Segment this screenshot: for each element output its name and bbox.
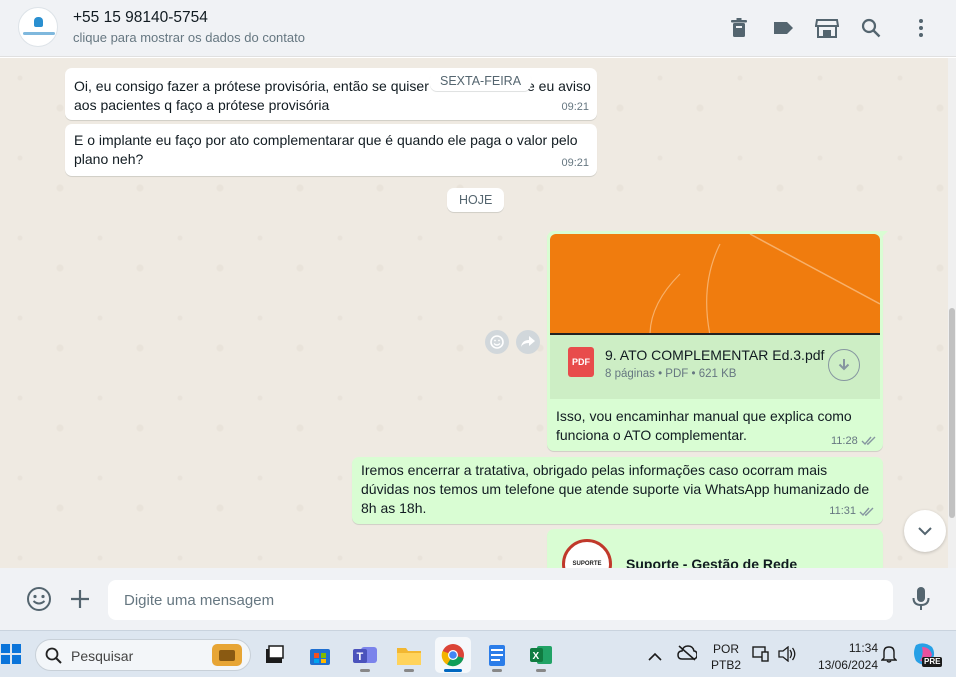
search-icon <box>45 647 62 664</box>
document-file-row[interactable]: PDF 9. ATO COMPLEMENTAR Ed.3.pdf 8 págin… <box>550 335 880 399</box>
attach-plus-icon[interactable] <box>69 588 91 615</box>
message-text: Isso, vou encaminhar manual que explica … <box>556 408 852 424</box>
excel-icon[interactable]: X <box>523 637 559 673</box>
clock[interactable]: 11:34 13/06/2024 <box>808 640 878 674</box>
document-meta: 8 páginas • PDF • 621 KB <box>605 368 737 380</box>
pdf-file-icon: PDF <box>568 347 594 377</box>
document-preview-thumbnail[interactable] <box>550 234 880 335</box>
taskbar-search-box[interactable]: Pesquisar <box>35 639 251 671</box>
catalog-store-icon[interactable] <box>813 14 841 42</box>
message-text: dúvidas nos temos um telefone que atende… <box>361 481 870 497</box>
forward-button[interactable] <box>516 330 540 354</box>
message-input[interactable] <box>108 580 893 620</box>
message-text: 8h as 18h. <box>361 500 427 516</box>
input-language-indicator[interactable]: POR PTB2 <box>711 641 741 673</box>
contact-avatar[interactable] <box>18 7 58 47</box>
bubble-tail <box>880 231 888 239</box>
day-divider-friday: SEXTA-FEIRA <box>430 71 532 91</box>
file-explorer-icon[interactable] <box>391 637 427 673</box>
preview-badge: PRE <box>922 657 943 667</box>
contact-card-logo-text: SUPORTE <box>572 561 602 567</box>
volume-icon[interactable] <box>778 645 796 667</box>
message-text: Oi, eu consigo fazer a prótese provisóri… <box>74 78 429 94</box>
windows-taskbar: Pesquisar T X POR PTB2 11:34 13/06/2024 … <box>0 630 956 677</box>
emoji-reaction-button[interactable] <box>485 330 509 354</box>
windows-start-icon[interactable] <box>1 644 21 669</box>
active-indicator <box>444 669 462 672</box>
message-text: e eu aviso <box>527 78 591 94</box>
incoming-message[interactable]: E o implante eu faço por ato complementa… <box>65 124 597 176</box>
message-text: E o implante eu faço por ato complementa… <box>74 132 578 148</box>
search-icon[interactable] <box>857 14 885 42</box>
notepad-icon[interactable] <box>479 637 515 673</box>
outgoing-contact-card[interactable]: SUPORTE Suporte - Gestão de Rede <box>547 529 883 568</box>
running-indicator <box>404 669 414 672</box>
document-name: 9. ATO COMPLEMENTAR Ed.3.pdf <box>605 347 825 363</box>
outgoing-message[interactable]: Iremos encerrar a tratativa, obrigado pe… <box>352 457 883 524</box>
download-icon[interactable] <box>828 349 860 381</box>
chevron-up-icon[interactable] <box>648 648 662 666</box>
scroll-to-bottom-button[interactable] <box>904 510 946 552</box>
message-time: 09:21 <box>561 157 589 169</box>
double-check-icon <box>861 436 876 446</box>
chat-header: +55 15 98140-5754 clique para mostrar os… <box>0 0 956 57</box>
day-divider-today: HOJE <box>447 188 505 212</box>
message-text: aos pacientes q faço a prótese provisóri… <box>74 97 330 113</box>
network-icon[interactable] <box>752 646 770 667</box>
running-indicator <box>492 669 502 672</box>
delete-icon[interactable] <box>725 14 753 42</box>
emoji-icon[interactable] <box>26 586 52 617</box>
briefcase-widget-icon <box>212 644 242 666</box>
chrome-icon[interactable] <box>435 637 471 673</box>
clock-date: 13/06/2024 <box>817 658 878 672</box>
svg-text:T: T <box>357 651 364 663</box>
clock-time: 11:34 <box>848 641 878 655</box>
scrollbar-thumb[interactable] <box>949 308 955 518</box>
teams-icon[interactable]: T <box>347 637 383 673</box>
message-time: 09:21 <box>561 101 589 113</box>
logo-wordmark <box>23 32 55 35</box>
running-indicator <box>536 669 546 672</box>
message-text: funciona o ATO complementar. <box>556 427 747 443</box>
message-text: plano neh? <box>74 151 144 167</box>
copilot-icon[interactable]: PRE <box>912 641 943 667</box>
chat-scrollbar[interactable] <box>948 58 956 568</box>
contact-name[interactable]: +55 15 98140-5754 <box>73 9 208 27</box>
microsoft-store-icon[interactable] <box>302 637 338 673</box>
svg-text:X: X <box>533 651 540 662</box>
running-indicator <box>360 669 370 672</box>
task-view-icon[interactable] <box>256 637 292 673</box>
search-label: Pesquisar <box>71 648 134 664</box>
chat-panel[interactable]: Oi, eu consigo fazer a prótese provisóri… <box>0 58 948 568</box>
menu-icon[interactable] <box>907 14 935 42</box>
label-icon[interactable] <box>769 14 797 42</box>
double-check-icon <box>859 507 874 516</box>
tooth-logo-icon <box>34 17 43 27</box>
language-code: POR <box>712 642 739 656</box>
cloud-offline-icon[interactable] <box>677 645 698 666</box>
contact-subtitle[interactable]: clique para mostrar os dados do contato <box>73 30 305 45</box>
keyboard-layout: PTB2 <box>711 658 742 672</box>
message-time: 11:28 <box>831 435 858 447</box>
message-composer <box>0 568 956 630</box>
microphone-icon[interactable] <box>911 586 931 617</box>
contact-card-avatar: SUPORTE <box>562 539 612 568</box>
contact-card-name: Suporte - Gestão de Rede <box>626 556 798 568</box>
message-text: Iremos encerrar a tratativa, obrigado pe… <box>361 462 828 478</box>
message-time: 11:31 <box>829 505 856 517</box>
notification-bell-icon[interactable] <box>880 645 898 668</box>
